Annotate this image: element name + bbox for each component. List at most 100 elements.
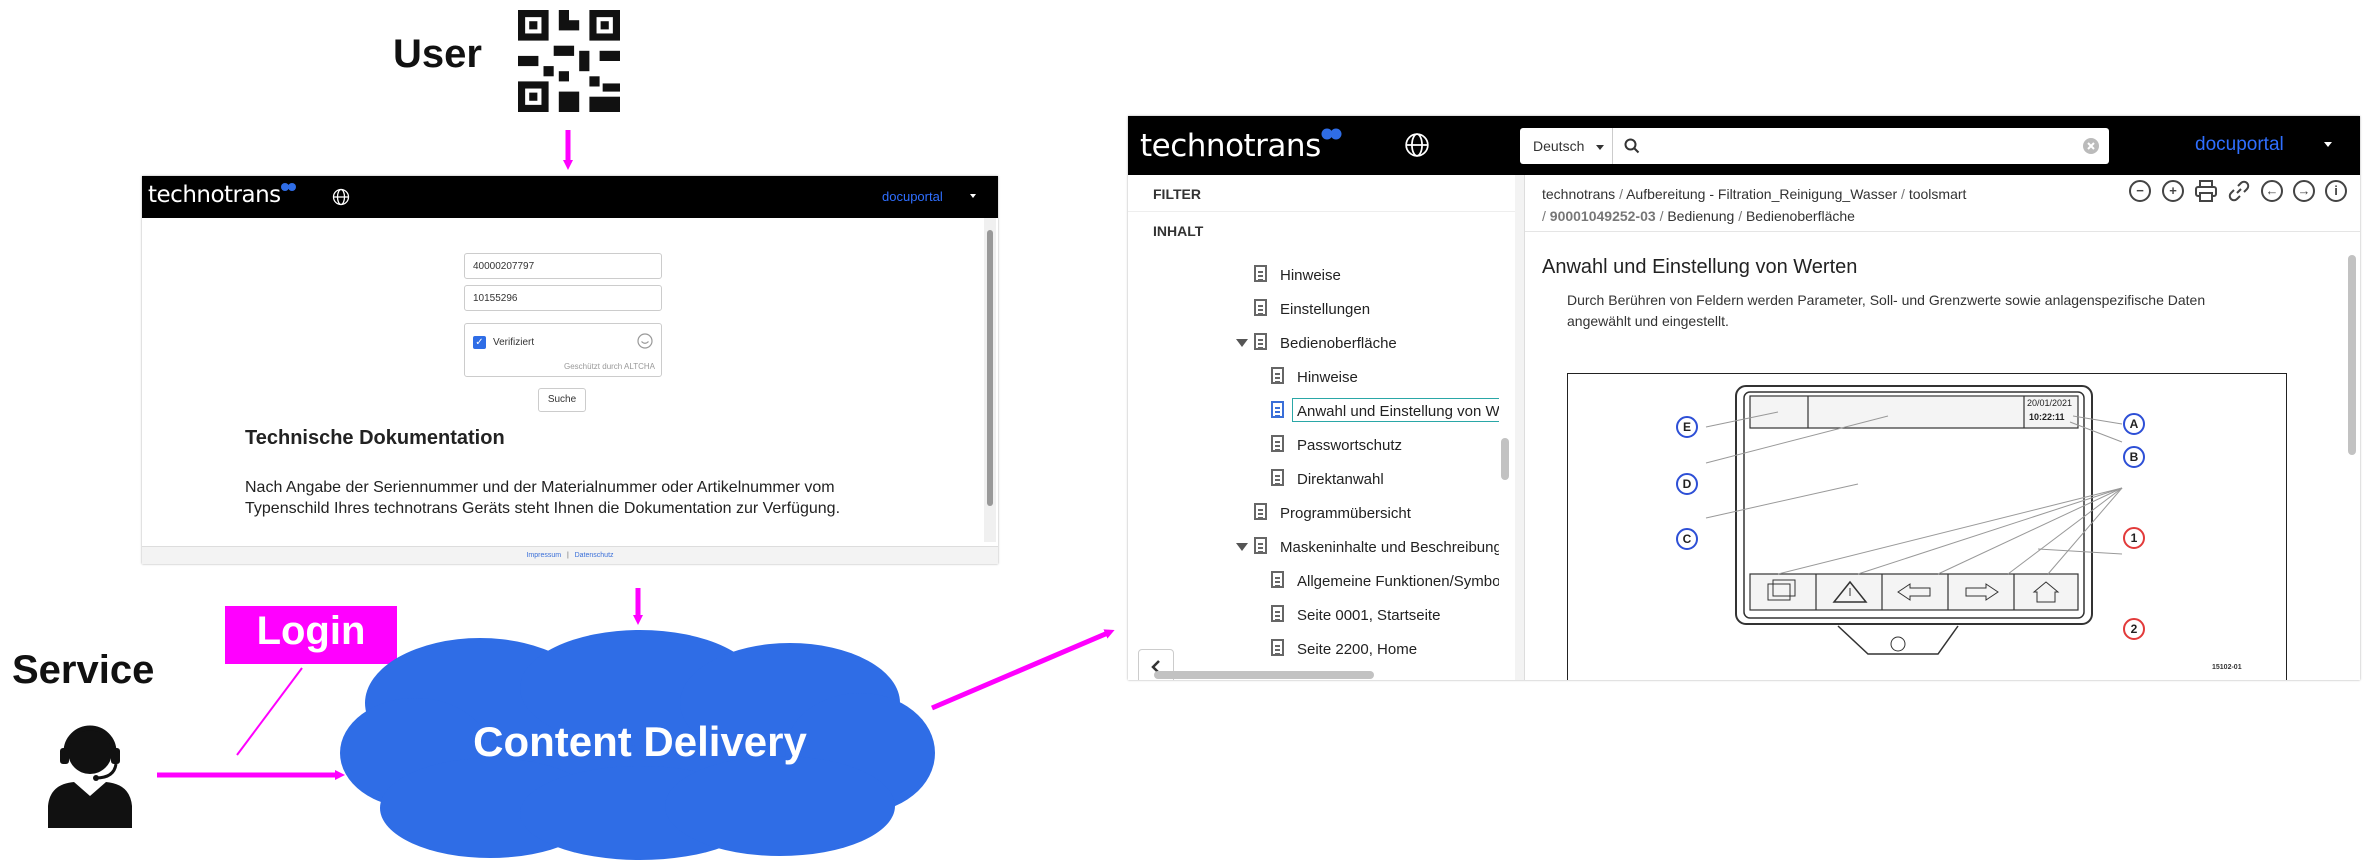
- breadcrumb-item[interactable]: toolsmart: [1909, 186, 1967, 202]
- document-icon: [1254, 333, 1267, 350]
- breadcrumb-separator: /: [1738, 208, 1743, 224]
- globe-icon[interactable]: [332, 188, 350, 206]
- document-icon: [1271, 639, 1284, 656]
- datenschutz-link[interactable]: Datenschutz: [575, 552, 614, 559]
- login-window: technotrans docuportal 40000207797 10155…: [142, 176, 998, 564]
- callout-b: B: [2123, 446, 2145, 468]
- expand-arrow-icon[interactable]: [1236, 543, 1248, 551]
- verified-label: Verifiziert: [493, 337, 535, 348]
- previous-page-icon[interactable]: ←: [2261, 180, 2283, 202]
- breadcrumb-separator: /: [1542, 208, 1546, 224]
- next-page-icon[interactable]: →: [2293, 180, 2315, 202]
- material-number-input[interactable]: 10155296: [464, 285, 662, 311]
- search-button[interactable]: Suche: [538, 388, 586, 412]
- info-icon[interactable]: i: [2325, 180, 2347, 202]
- search-icon: [1624, 138, 1640, 154]
- content-divider: [1525, 231, 2360, 232]
- tree-item-label: Bedienoberfläche: [1280, 335, 1397, 352]
- breadcrumb-item[interactable]: Aufbereitung - Filtration_Reinigung_Wass…: [1626, 186, 1897, 202]
- scroll-thumb[interactable]: [1501, 438, 1509, 480]
- breadcrumb-item[interactable]: 90001049252-03: [1550, 208, 1656, 224]
- content-title: Anwahl und Einstellung von Werten: [1542, 256, 1858, 278]
- callout-c: C: [1676, 528, 1698, 550]
- sidebar-filter-tab[interactable]: FILTER: [1153, 186, 1201, 202]
- toc-tree: Hinweise Einstellungen Bedienoberfläche …: [1128, 255, 1508, 658]
- login-scrollbar[interactable]: [984, 218, 996, 542]
- document-icon: [1271, 469, 1284, 486]
- tree-item-label: Einstellungen: [1280, 301, 1371, 318]
- figure-id: 15102-01: [2212, 664, 2242, 671]
- content-scrollbar[interactable]: [2345, 235, 2358, 680]
- splitter-handle[interactable]: [1515, 175, 1525, 680]
- portal-link[interactable]: docuportal: [2195, 134, 2284, 156]
- zoom-out-icon[interactable]: −: [2129, 180, 2151, 202]
- document-icon: [1254, 503, 1267, 520]
- tree-item-label: Direktanwahl: [1297, 471, 1384, 488]
- breadcrumb-item[interactable]: Bedienoberfläche: [1746, 208, 1855, 224]
- impressum-link[interactable]: Impressum: [526, 552, 561, 559]
- document-icon: [1271, 605, 1284, 622]
- sidebar-inhalt-tab[interactable]: INHALT: [1153, 223, 1203, 239]
- altcha-logo-icon: [637, 333, 653, 349]
- print-icon[interactable]: [2194, 180, 2218, 202]
- callout-d: D: [1676, 473, 1698, 495]
- breadcrumb-item[interactable]: technotrans: [1542, 186, 1615, 202]
- expand-arrow-icon[interactable]: [1236, 339, 1248, 347]
- breadcrumb: technotrans / Aufbereitung - Filtration_…: [1542, 183, 2102, 227]
- page-description: Nach Angabe der Seriennummer und der Mat…: [245, 479, 841, 517]
- footer-separator: |: [566, 552, 569, 559]
- scroll-thumb[interactable]: [1154, 671, 1374, 679]
- portal-topbar: technotrans Deutsch docuportal: [1128, 116, 2360, 175]
- scroll-thumb[interactable]: [987, 230, 993, 506]
- callout-1: 1: [2123, 527, 2145, 549]
- login-portal-link[interactable]: docuportal: [882, 189, 943, 204]
- login-topbar: technotrans docuportal: [142, 176, 998, 218]
- altcha-widget: ✓ Verifiziert Geschützt durch ALTCHA: [464, 323, 662, 377]
- sidebar-divider: [1128, 211, 1515, 212]
- tree-item-label: Hinweise: [1297, 369, 1358, 386]
- language-select-label: Deutsch: [1533, 138, 1585, 154]
- login-logo: technotrans: [148, 182, 297, 208]
- breadcrumb-separator: /: [1619, 186, 1623, 202]
- verified-checkbox[interactable]: ✓: [473, 336, 486, 349]
- tree-item-label: Seite 0001, Startseite: [1297, 607, 1441, 624]
- document-icon: [1254, 265, 1267, 282]
- tree-item-label: Seite 2200, Home: [1297, 641, 1418, 658]
- device-figure: 20/01/2021 10:22:11 A B C D E 1 2 15102-…: [1567, 373, 2287, 680]
- tree-item-label: Anwahl und Einstellung von W: [1297, 403, 1500, 420]
- login-footer: Impressum | Datenschutz: [142, 546, 998, 564]
- tree-item-label: Maskeninhalte und Beschreibung: [1280, 539, 1500, 556]
- callout-e: E: [1676, 416, 1698, 438]
- search-input[interactable]: [1613, 128, 2109, 164]
- callout-a: A: [2123, 413, 2145, 435]
- chevron-down-icon: [1596, 145, 1604, 150]
- chevron-down-icon[interactable]: [2324, 142, 2332, 147]
- logo-dots-icon: [1321, 128, 1342, 140]
- tree-item-label: Hinweise: [1280, 267, 1341, 284]
- service-label: Service: [12, 648, 155, 692]
- zoom-in-icon[interactable]: +: [2162, 180, 2184, 202]
- tree-item-label: Allgemeine Funktionen/Symbo: [1297, 573, 1501, 590]
- document-icon: [1271, 401, 1284, 418]
- figure-time: 10:22:11: [2029, 412, 2065, 422]
- logo-dots-icon: [280, 183, 296, 191]
- chevron-down-icon[interactable]: [970, 194, 976, 198]
- scroll-thumb[interactable]: [2348, 255, 2356, 455]
- page-heading: Technische Dokumentation: [245, 427, 505, 449]
- altcha-label: Geschützt durch ALTCHA: [564, 362, 655, 371]
- link-icon[interactable]: [2228, 180, 2250, 202]
- document-icon: [1254, 537, 1267, 554]
- language-select[interactable]: Deutsch: [1520, 128, 1613, 164]
- serial-number-input[interactable]: 40000207797: [464, 253, 662, 279]
- sidebar: FILTER INHALT Hinweise Einstellungen Bed…: [1128, 175, 1516, 680]
- globe-icon[interactable]: [1404, 132, 1430, 158]
- tree-item-label: Passwortschutz: [1297, 437, 1403, 454]
- breadcrumb-item[interactable]: Bedienung: [1667, 208, 1734, 224]
- support-agent-icon: [48, 725, 132, 828]
- clear-icon[interactable]: [2082, 137, 2100, 155]
- sidebar-hscrollbar[interactable]: [1134, 670, 1492, 680]
- breadcrumb-separator: /: [1901, 186, 1905, 202]
- document-icon: [1271, 367, 1284, 384]
- cloud-label: Content Delivery: [473, 718, 807, 765]
- sidebar-scrollbar[interactable]: [1499, 255, 1511, 650]
